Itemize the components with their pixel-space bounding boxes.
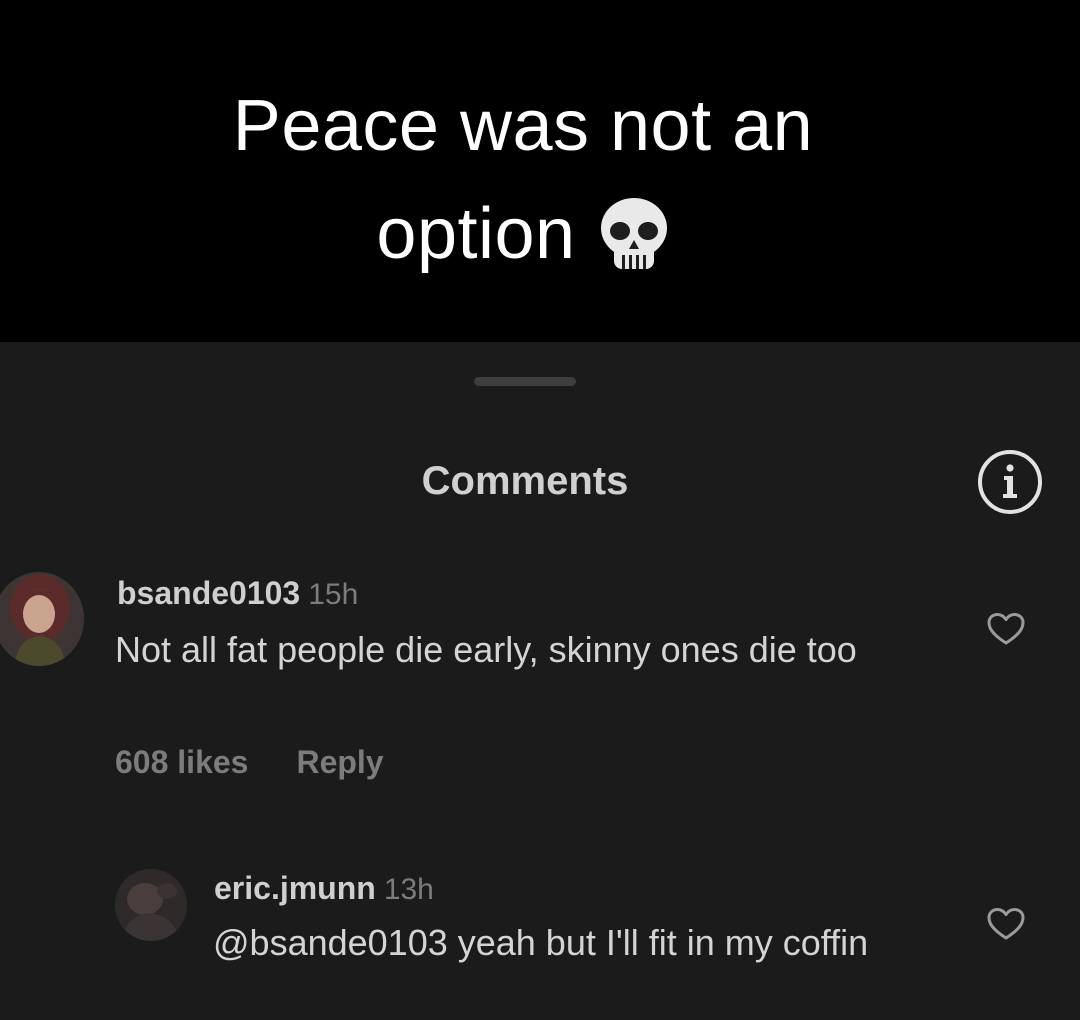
skull-icon (600, 197, 667, 269)
video-caption-area: Peace was not an option (0, 0, 1080, 342)
comment-actions: 608 likes Reply (115, 740, 384, 784)
comment-meta: eric.jmunn 13h (214, 867, 434, 916)
likes-count[interactable]: 608 likes (115, 744, 248, 780)
comment-reply-item: eric.jmunn 13h @bsande0103 yeah but I'll … (0, 867, 1080, 1020)
info-icon[interactable] (976, 448, 1044, 516)
caption-line-2: option (376, 194, 576, 274)
caption-line-2-wrap: option (0, 180, 1046, 288)
comment-time: 13h (383, 873, 434, 906)
comment-item: bsande0103 15h Not all fat people die ear… (0, 572, 1080, 792)
comment-time: 15h (308, 578, 359, 611)
comment-meta: bsande0103 15h (117, 572, 358, 621)
avatar[interactable] (115, 869, 187, 941)
caption-text: Peace was not an option (0, 72, 1046, 288)
sheet-drag-handle[interactable] (474, 377, 576, 386)
avatar[interactable] (0, 572, 84, 666)
comment-text: @bsande0103 yeah but I'll fit in my coff… (213, 922, 869, 963)
caption-line-1: Peace was not an (232, 86, 814, 166)
comment-username[interactable]: bsande0103 (117, 575, 300, 611)
comments-sheet: Comments bsande0103 15h Not all fat peopl… (0, 342, 1080, 1020)
heart-outline-icon[interactable] (986, 907, 1026, 941)
comments-title: Comments (421, 459, 629, 503)
comment-text: Not all fat people die early, skinny one… (115, 629, 857, 670)
reply-button[interactable]: Reply (296, 744, 383, 780)
comment-username[interactable]: eric.jmunn (214, 870, 376, 906)
heart-outline-icon[interactable] (986, 612, 1026, 646)
